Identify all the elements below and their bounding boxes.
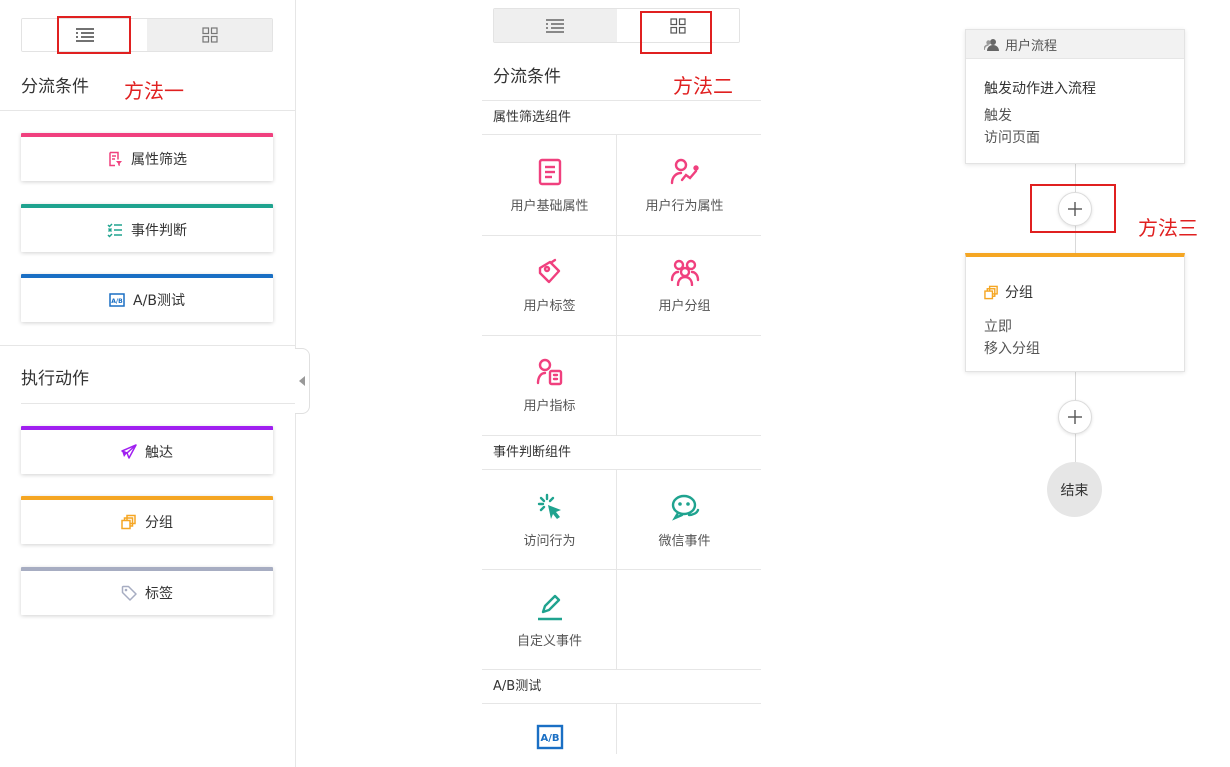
- flow-start-header-label: 用户流程: [1005, 38, 1058, 54]
- group-header-ab-test: A/B测试: [482, 669, 761, 704]
- grid-item-custom-event[interactable]: 自定义事件: [482, 570, 617, 670]
- flow-group-title-row: 分组: [984, 282, 1033, 302]
- divider: [21, 403, 296, 404]
- group-squares-icon: [121, 514, 136, 530]
- grid-item-label: 用户基础属性: [510, 199, 589, 214]
- group-header-attribute-filter: 属性筛选组件: [482, 100, 761, 135]
- flow-start-header: 用户流程: [966, 30, 1184, 59]
- grid-item-label: 微信事件: [658, 534, 711, 549]
- group-squares-icon: [984, 285, 998, 299]
- grid-item-label: 用户行为属性: [645, 199, 724, 214]
- annotation-method3: 方法三: [1138, 216, 1198, 240]
- paper-plane-icon: [121, 444, 137, 459]
- user-group-icon: [984, 38, 999, 51]
- split-conditions-title: 分流条件: [493, 67, 561, 87]
- annotation-method2: 方法二: [673, 74, 733, 98]
- flow-group-card[interactable]: 分组 立即 移入分组: [965, 253, 1185, 372]
- list-icon: [546, 18, 565, 33]
- grid-icon: [201, 27, 218, 43]
- grid-item-label: 用户指标: [523, 399, 576, 414]
- grid-item-label: 访问行为: [523, 534, 576, 549]
- user-group-icon: [670, 259, 699, 286]
- flow-start-line2: 访问页面: [984, 130, 1040, 146]
- group-header-event-judgement: 事件判断组件: [482, 435, 761, 470]
- component-ab-test[interactable]: A/B A/B测试: [21, 274, 273, 322]
- add-node-button[interactable]: [1058, 400, 1092, 434]
- component-reach[interactable]: 触达: [21, 426, 273, 474]
- caret-left-icon: [299, 376, 305, 386]
- component-group[interactable]: 分组: [21, 496, 273, 544]
- grid-item-wechat-event[interactable]: 微信事件: [617, 470, 752, 570]
- divider: [0, 110, 296, 111]
- collapse-sidebar-button[interactable]: [295, 348, 310, 414]
- component-label: 分组: [145, 515, 173, 531]
- ab-test-icon: A/B: [536, 724, 563, 750]
- grid-view-button[interactable]: [147, 19, 272, 51]
- grid-item-label: 用户分组: [658, 299, 711, 314]
- component-grid-panel: 分流条件 属性筛选组件 用户基础属性 用户行为属性 用户标签 用户分组 用户指标…: [482, 8, 761, 754]
- ab-test-icon: A/B: [109, 293, 125, 307]
- component-label: 事件判断: [131, 223, 187, 239]
- svg-text:A/B: A/B: [111, 298, 123, 305]
- flow-group-title: 分组: [1005, 285, 1033, 301]
- user-behavior-icon: [670, 158, 699, 185]
- component-label: A/B测试: [133, 293, 185, 309]
- svg-text:A/B: A/B: [540, 733, 559, 744]
- filter-doc-icon: [109, 151, 122, 167]
- grid-item-label: 用户标签: [523, 299, 576, 314]
- component-tag[interactable]: 标签: [21, 567, 273, 615]
- grid-item-label: 自定义事件: [516, 634, 582, 649]
- grid-item-user-metric[interactable]: 用户指标: [482, 335, 617, 435]
- document-icon: [538, 158, 561, 186]
- component-event-judgement[interactable]: 事件判断: [21, 204, 273, 252]
- component-filter-attribute[interactable]: 属性筛选: [21, 133, 273, 181]
- flow-group-line2: 移入分组: [984, 341, 1040, 357]
- flow-end-label: 结束: [1060, 482, 1089, 499]
- divider: [0, 345, 296, 346]
- highlight-box-method2: [640, 11, 712, 54]
- grid-item-ab-test[interactable]: A/B: [482, 704, 617, 754]
- grid-item-user-behavior-attribute[interactable]: 用户行为属性: [617, 135, 752, 235]
- grid-item-visit-behavior[interactable]: 访问行为: [482, 470, 617, 570]
- split-conditions-title: 分流条件: [21, 77, 89, 97]
- grid-item-user-group[interactable]: 用户分组: [617, 235, 752, 335]
- user-tag-icon: [538, 258, 560, 284]
- list-view-button[interactable]: [494, 9, 617, 42]
- highlight-box-method1: [57, 16, 131, 54]
- click-cursor-icon: [537, 493, 561, 519]
- component-label: 触达: [145, 445, 173, 461]
- highlight-box-method3: [1030, 184, 1116, 233]
- pencil-icon: [537, 594, 562, 621]
- flow-start-card[interactable]: 用户流程 触发动作进入流程 触发 访问页面: [965, 29, 1185, 164]
- component-sidebar: 分流条件 属性筛选 事件判断 A/B A/B测试 执行动作 触达 分组 标签: [0, 0, 296, 767]
- grid-item-user-tag[interactable]: 用户标签: [482, 235, 617, 335]
- checklist-icon: [107, 223, 122, 238]
- flow-start-line1: 触发: [984, 108, 1012, 124]
- component-label: 属性筛选: [131, 152, 187, 168]
- flow-start-title: 触发动作进入流程: [984, 81, 1096, 97]
- plus-icon: [1068, 410, 1082, 424]
- flow-group-line1: 立即: [984, 319, 1012, 335]
- annotation-method1: 方法一: [124, 79, 184, 103]
- wechat-icon: [671, 494, 699, 521]
- tag-icon: [121, 585, 137, 601]
- actions-title: 执行动作: [21, 369, 89, 389]
- flow-end-node[interactable]: 结束: [1047, 462, 1102, 517]
- component-label: 标签: [145, 586, 173, 602]
- grid-item-user-basic-attribute[interactable]: 用户基础属性: [482, 135, 617, 235]
- user-metric-icon: [536, 358, 562, 386]
